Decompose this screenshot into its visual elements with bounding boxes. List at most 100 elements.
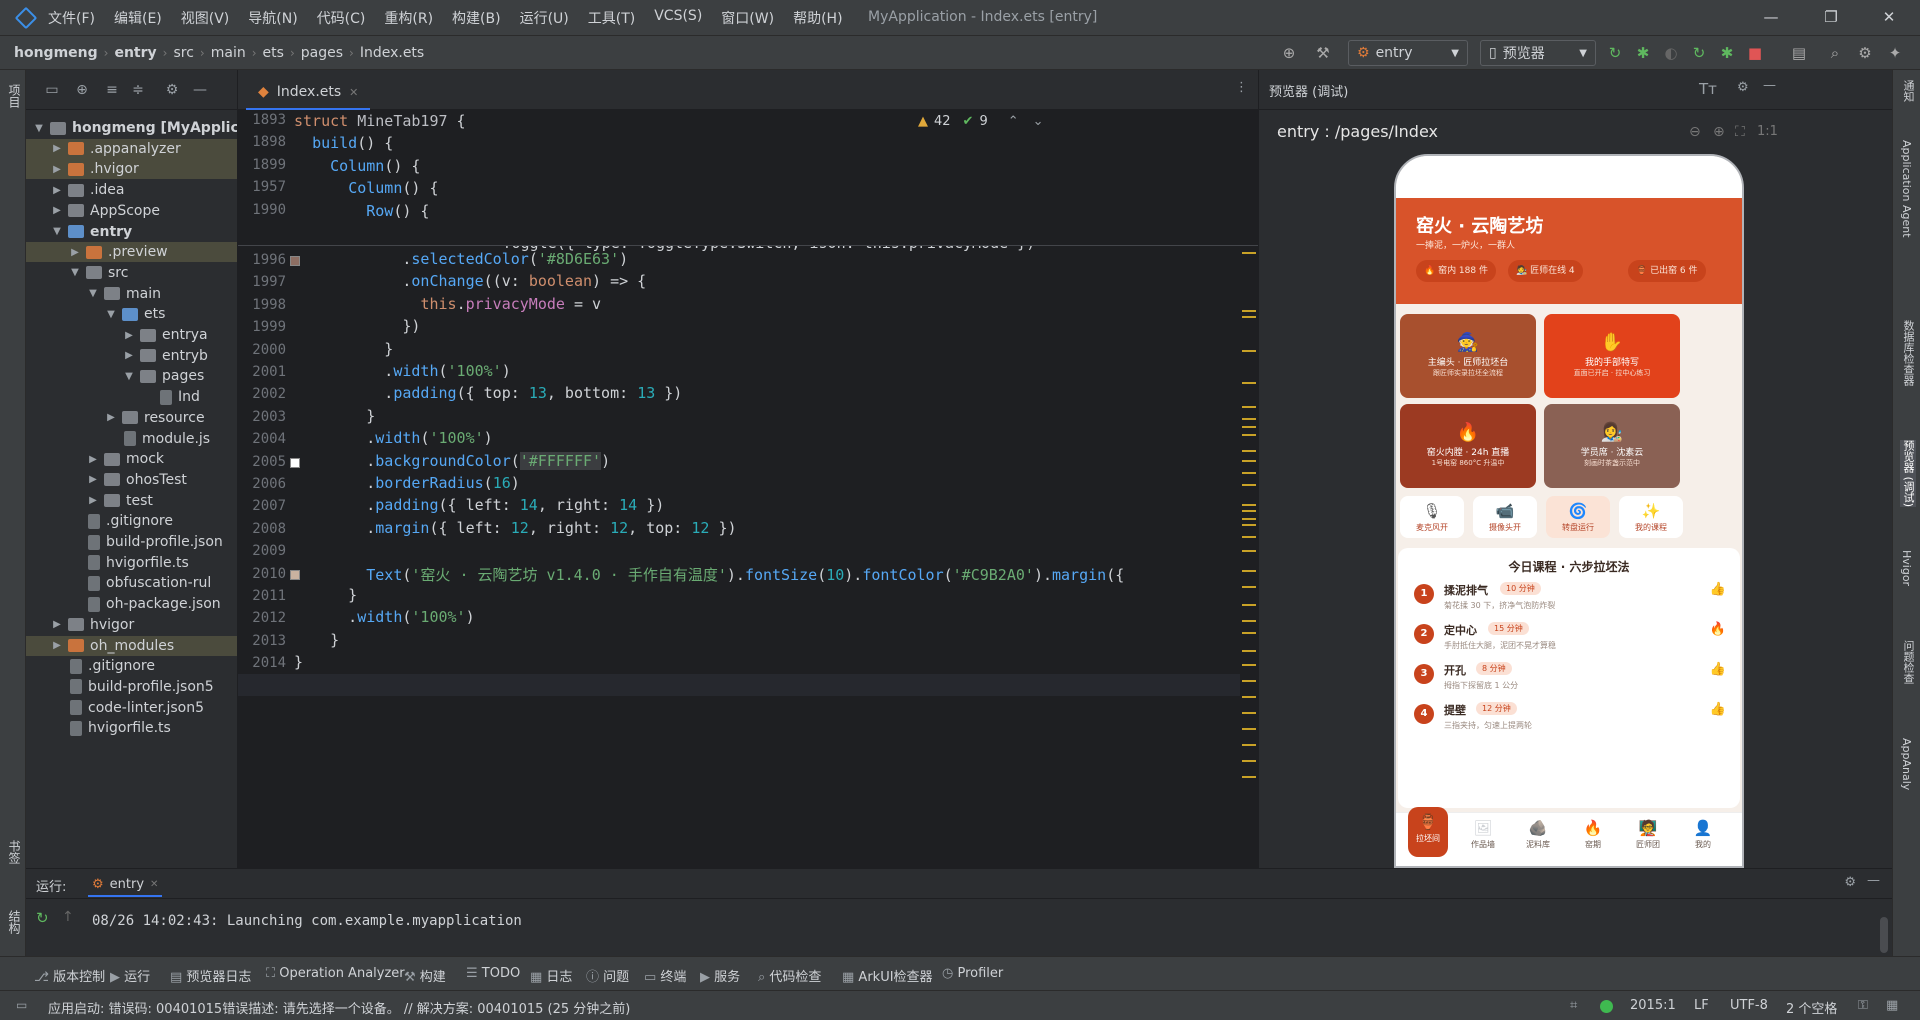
gear-icon[interactable]: ⚙	[164, 82, 180, 98]
tool-window-5[interactable]: ☰ TODO	[466, 966, 520, 981]
tool-window-12[interactable]: ◷ Profiler	[942, 966, 1003, 981]
right-tool-tab[interactable]: AppAnaly	[1900, 738, 1913, 790]
warning-stripe-mark[interactable]	[1242, 418, 1256, 420]
collapsed-arrow-icon[interactable]: ▶	[86, 495, 100, 506]
attach-icon[interactable]: ◐	[1662, 44, 1680, 62]
warning-stripe-mark[interactable]	[1242, 650, 1256, 652]
tool-window-4[interactable]: ⚒ 构建	[404, 966, 446, 985]
sticky-code-line[interactable]: struct MineTab197 {	[294, 112, 466, 130]
tree-item[interactable]: hvigorfile.ts	[26, 718, 237, 738]
tree-item[interactable]: oh-package.json	[26, 594, 237, 614]
menu-item-7[interactable]: 运行(U)	[520, 8, 569, 28]
tree-item[interactable]: ▶ .appanalyzer	[26, 138, 237, 159]
right-tool-tab[interactable]: 预览器 (调试)	[1900, 440, 1916, 508]
tab-index-ets[interactable]: ◆ Index.ets ✕	[246, 76, 371, 110]
folder-icon[interactable]: ▤	[1790, 44, 1808, 62]
sync-icon[interactable]: ⌗	[1570, 998, 1577, 1013]
more-tabs-icon[interactable]: ⋮	[1235, 80, 1248, 95]
tree-item[interactable]: ▼ ets	[26, 304, 237, 324]
quick-action-button[interactable]: 🌀 转盘运行	[1546, 496, 1610, 538]
warning-stripe-mark[interactable]	[1242, 472, 1256, 474]
right-tool-tab[interactable]: 问题检查	[1900, 640, 1916, 684]
bottom-nav-item[interactable]: 🏺 拉坯间	[1408, 807, 1448, 857]
close-tab-icon[interactable]: ✕	[150, 879, 158, 890]
camera-card[interactable]: 🧙 主编头 · 匠师拉坯台 跟匠师实录拉坯全流程	[1400, 314, 1536, 398]
inspection-summary[interactable]: ▲ 42 ✔ 9 ⌃ ⌄	[918, 110, 1044, 132]
warning-stripe-mark[interactable]	[1242, 570, 1256, 572]
tree-item[interactable]: ▶ .preview	[26, 242, 237, 263]
sticky-code-line[interactable]: Row() {	[294, 202, 429, 220]
bookmarks-tool-tab[interactable]: 书签	[6, 840, 23, 864]
tree-item[interactable]: .gitignore	[26, 511, 237, 531]
collapsed-arrow-icon[interactable]: ▶	[122, 330, 136, 341]
locate-file-icon[interactable]: ⊕	[74, 82, 90, 98]
warning-stripe-mark[interactable]	[1242, 434, 1256, 436]
menu-item-10[interactable]: 窗口(W)	[721, 8, 774, 28]
collapsed-arrow-icon[interactable]: ▶	[68, 247, 82, 258]
bottom-nav-item[interactable]: 🖼 作品墙	[1463, 819, 1503, 850]
run-scrollbar[interactable]	[1880, 917, 1888, 953]
tree-item[interactable]: ▶ AppScope	[26, 201, 237, 221]
collapsed-arrow-icon[interactable]: ▶	[50, 640, 64, 651]
tree-item[interactable]: module.js	[26, 429, 237, 449]
right-tool-tab[interactable]: 通知	[1900, 80, 1916, 102]
breadcrumb-item[interactable]: hongmeng	[14, 45, 98, 61]
right-tool-tab[interactable]: Hvigor	[1900, 550, 1913, 586]
hammer-icon[interactable]: ⚒	[1314, 44, 1332, 62]
settings-icon[interactable]: ⚙	[1856, 44, 1874, 62]
run-tab-entry[interactable]: ⚙ entry ✕	[88, 873, 163, 897]
tree-item[interactable]: hvigorfile.ts	[26, 553, 237, 573]
tree-item[interactable]: Ind	[26, 387, 237, 407]
expand-all-icon[interactable]: ≡	[104, 82, 120, 98]
collapsed-arrow-icon[interactable]: ▶	[104, 412, 118, 423]
gear-icon[interactable]: ⚙	[1737, 80, 1749, 95]
zoom-out-icon[interactable]: ⊖	[1689, 124, 1701, 140]
tree-item[interactable]: ▶ .idea	[26, 180, 237, 200]
run-icon[interactable]: ↻	[1606, 44, 1624, 62]
tree-item[interactable]: ▶ entrya	[26, 325, 237, 345]
debug-icon[interactable]: ✱	[1634, 44, 1652, 62]
tree-item[interactable]: obfuscation-rul	[26, 573, 237, 593]
course-action-icon[interactable]: 👍	[1710, 662, 1726, 677]
warning-stripe-mark[interactable]	[1242, 744, 1256, 746]
search-icon[interactable]: ⌕	[1826, 44, 1844, 62]
indent-setting[interactable]: 2 个空格	[1786, 998, 1837, 1017]
collapsed-arrow-icon[interactable]: ▶	[50, 185, 64, 196]
breadcrumb-item[interactable]: ets	[263, 45, 284, 61]
expanded-arrow-icon[interactable]: ▼	[122, 371, 136, 382]
font-size-icon[interactable]: Tт	[1699, 80, 1717, 98]
breadcrumb-item[interactable]: main	[211, 45, 246, 61]
tree-item[interactable]: ▼ entry	[26, 222, 237, 242]
hide-panel-icon[interactable]: —	[1867, 873, 1880, 888]
camera-card[interactable]: ✋ 我的手部特写 直面已开启 · 拉中心练习	[1544, 314, 1680, 398]
warning-stripe-mark[interactable]	[1242, 316, 1256, 318]
tool-window-9[interactable]: ▶ 服务	[700, 966, 740, 985]
expanded-arrow-icon[interactable]: ▼	[32, 123, 46, 134]
device-select[interactable]: ▯ 预览器 ▼	[1480, 40, 1596, 66]
collapsed-arrow-icon[interactable]: ▶	[86, 454, 100, 465]
warning-stripe-mark[interactable]	[1242, 680, 1256, 682]
tool-window-3[interactable]: ⛶ Operation Analyzer	[266, 966, 405, 981]
tree-item[interactable]: ▶ entryb	[26, 346, 237, 366]
warning-stripe-mark[interactable]	[1242, 426, 1256, 428]
rerun-icon[interactable]: ↻	[36, 909, 49, 927]
tool-window-0[interactable]: ⎇ 版本控制	[34, 966, 105, 985]
menu-item-4[interactable]: 代码(C)	[317, 8, 366, 28]
warning-stripe-mark[interactable]	[1242, 760, 1256, 762]
warning-stripe-mark[interactable]	[1242, 696, 1256, 698]
warning-stripe-mark[interactable]	[1242, 252, 1256, 254]
quick-action-button[interactable]: 📹 摄像头开	[1473, 496, 1537, 538]
tree-item[interactable]: ▶ oh_modules	[26, 635, 237, 656]
structure-tool-tab[interactable]: 结构	[6, 910, 23, 934]
warning-stripe-mark[interactable]	[1242, 536, 1256, 538]
maximize-window-icon[interactable]: ❐	[1820, 6, 1842, 28]
tree-item[interactable]: ▶ .hvigor	[26, 159, 237, 180]
bottom-nav-item[interactable]: 🪨 泥料库	[1518, 819, 1558, 850]
tree-item[interactable]: ▼ main	[26, 284, 237, 304]
breadcrumb-item[interactable]: Index.ets	[360, 45, 424, 61]
expanded-arrow-icon[interactable]: ▼	[104, 309, 118, 320]
warning-stripe-mark[interactable]	[1242, 310, 1256, 312]
sticky-code-line[interactable]: build() {	[294, 134, 393, 152]
tool-window-1[interactable]: ▶ 运行	[110, 966, 150, 985]
panel-toggle-icon[interactable]: ▭	[16, 998, 27, 1012]
